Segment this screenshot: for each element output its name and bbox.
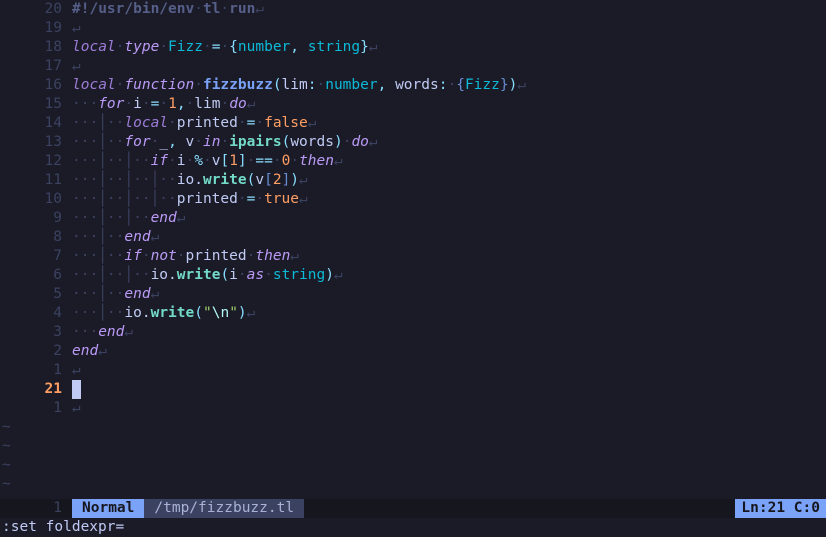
code-line[interactable]: 7···│··if·not·printed·then↵ (0, 247, 826, 266)
code-line[interactable]: 11···│··│··│··io.write(v[2])↵ (0, 171, 826, 190)
status-mode: Normal (72, 499, 144, 518)
line-number: 11 (0, 171, 72, 190)
status-line: 1 Normal /tmp/fizzbuzz.tl Ln:21 C:0 (0, 499, 826, 518)
code-line[interactable]: 1↵ (0, 361, 826, 380)
code-line[interactable]: 2end↵ (0, 342, 826, 361)
line-number: 10 (0, 190, 72, 209)
line-number: 19 (0, 19, 72, 38)
code-line[interactable]: 9···│··│··end↵ (0, 209, 826, 228)
code-line[interactable]: 3···end↵ (0, 323, 826, 342)
line-number: 16 (0, 76, 72, 95)
line-number: 1 (0, 399, 72, 418)
line-content[interactable]: ↵ (72, 399, 826, 418)
line-number: 4 (0, 304, 72, 323)
code-line[interactable]: 8···│··end↵ (0, 228, 826, 247)
line-content[interactable]: ···│··for·_, v·in·ipairs(words)·do↵ (72, 133, 826, 152)
line-content[interactable]: ···│··│··│··io.write(v[2])↵ (72, 171, 826, 190)
line-number: 17 (0, 57, 72, 76)
empty-line-tilde: ~ (0, 456, 826, 475)
command-line[interactable]: :set foldexpr= (0, 518, 826, 537)
code-line[interactable]: 12···│··│··if·i·%·v[1]·==·0·then↵ (0, 152, 826, 171)
line-number: 21 (0, 380, 72, 399)
line-content[interactable] (72, 380, 826, 399)
code-line[interactable]: 18local·type·Fizz·=·{number, string}↵ (0, 38, 826, 57)
editor: 20#!/usr/bin/env·tl·run↵19↵18local·type·… (0, 0, 826, 537)
line-number: 7 (0, 247, 72, 266)
line-content[interactable]: ···│··│··end↵ (72, 209, 826, 228)
line-number: 9 (0, 209, 72, 228)
line-content[interactable]: ···│··io.write("\n")↵ (72, 304, 826, 323)
line-content[interactable]: #!/usr/bin/env·tl·run↵ (72, 0, 826, 19)
code-line[interactable]: 14···│··local·printed·=·false↵ (0, 114, 826, 133)
line-number: 5 (0, 285, 72, 304)
status-position: Ln:21 C:0 (735, 499, 826, 518)
code-line[interactable]: 20#!/usr/bin/env·tl·run↵ (0, 0, 826, 19)
line-content[interactable]: ···end↵ (72, 323, 826, 342)
code-line[interactable]: 17↵ (0, 57, 826, 76)
code-line[interactable]: 19↵ (0, 19, 826, 38)
line-content[interactable]: ···│··if·not·printed·then↵ (72, 247, 826, 266)
line-number: 13 (0, 133, 72, 152)
code-line[interactable]: 1↵ (0, 399, 826, 418)
code-line[interactable]: 6···│··│··io.write(i·as·string)↵ (0, 266, 826, 285)
line-content[interactable]: ↵ (72, 361, 826, 380)
code-line[interactable]: 13···│··for·_, v·in·ipairs(words)·do↵ (0, 133, 826, 152)
status-line-number: 1 (0, 499, 72, 518)
line-content[interactable]: ···│··end↵ (72, 285, 826, 304)
line-content[interactable]: ···for·i·=·1,·lim·do↵ (72, 95, 826, 114)
line-number: 15 (0, 95, 72, 114)
code-line[interactable]: 10···│··│··│··printed·=·true↵ (0, 190, 826, 209)
line-content[interactable]: end↵ (72, 342, 826, 361)
line-content[interactable]: ···│··local·printed·=·false↵ (72, 114, 826, 133)
line-number: 8 (0, 228, 72, 247)
empty-line-tilde: ~ (0, 418, 826, 437)
code-line[interactable]: 21 (0, 380, 826, 399)
line-number: 1 (0, 361, 72, 380)
line-number: 6 (0, 266, 72, 285)
line-number: 20 (0, 0, 72, 19)
line-content[interactable]: ···│··│··if·i·%·v[1]·==·0·then↵ (72, 152, 826, 171)
line-content[interactable]: ···│··│··│··printed·=·true↵ (72, 190, 826, 209)
status-filename: /tmp/fizzbuzz.tl (144, 499, 304, 518)
line-content[interactable]: ↵ (72, 57, 826, 76)
code-line[interactable]: 16local·function·fizzbuzz(lim:·number, w… (0, 76, 826, 95)
code-line[interactable]: 4···│··io.write("\n")↵ (0, 304, 826, 323)
line-content[interactable]: local·function·fizzbuzz(lim:·number, wor… (72, 76, 826, 95)
empty-line-tilde: ~ (0, 437, 826, 456)
line-number: 3 (0, 323, 72, 342)
line-number: 18 (0, 38, 72, 57)
empty-line-tilde: ~ (0, 475, 826, 494)
code-line[interactable]: 15···for·i·=·1,·lim·do↵ (0, 95, 826, 114)
line-content[interactable]: ···│··end↵ (72, 228, 826, 247)
line-content[interactable]: local·type·Fizz·=·{number, string}↵ (72, 38, 826, 57)
code-line[interactable]: 5···│··end↵ (0, 285, 826, 304)
line-content[interactable]: ···│··│··io.write(i·as·string)↵ (72, 266, 826, 285)
code-area[interactable]: 20#!/usr/bin/env·tl·run↵19↵18local·type·… (0, 0, 826, 499)
line-content[interactable]: ↵ (72, 19, 826, 38)
line-number: 14 (0, 114, 72, 133)
line-number: 2 (0, 342, 72, 361)
line-number: 12 (0, 152, 72, 171)
